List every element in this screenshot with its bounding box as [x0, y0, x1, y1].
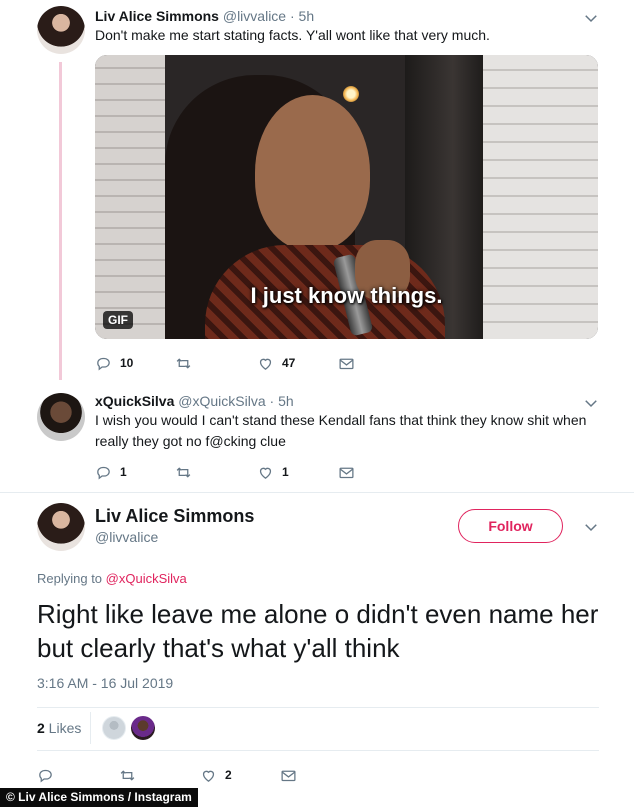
- reply-count: 10: [120, 356, 134, 370]
- handle[interactable]: @livvalice: [223, 8, 286, 24]
- likes-summary[interactable]: 2 Likes: [37, 720, 81, 736]
- tweet-actions: 1 1: [95, 462, 395, 482]
- tweet-actions: 2: [37, 765, 337, 785]
- gif-caption: I just know things.: [250, 283, 443, 308]
- handle[interactable]: @xQuickSilva: [178, 393, 265, 409]
- replying-prefix: Replying to: [37, 571, 106, 586]
- tweet-timestamp[interactable]: 3:16 AM - 16 Jul 2019: [37, 675, 173, 691]
- media-figure: [255, 95, 370, 250]
- dm-button[interactable]: [338, 462, 355, 482]
- envelope-icon: [339, 467, 354, 478]
- gif-media[interactable]: I just know things. GIF: [95, 55, 598, 339]
- retweet-button[interactable]: [175, 353, 200, 373]
- reply-count: 1: [120, 465, 127, 479]
- liker-avatar[interactable]: [131, 716, 155, 740]
- reply-button[interactable]: 1: [95, 462, 127, 482]
- display-name[interactable]: Liv Alice Simmons: [95, 8, 219, 24]
- like-button[interactable]: 2: [200, 765, 232, 785]
- dm-button[interactable]: [280, 765, 297, 785]
- reply-icon: [97, 466, 110, 479]
- retweet-icon: [120, 769, 135, 781]
- envelope-icon: [339, 358, 354, 369]
- divider: [0, 492, 634, 493]
- heart-icon: [202, 770, 215, 782]
- follow-button[interactable]: Follow: [458, 509, 563, 543]
- like-count: 1: [282, 465, 289, 479]
- liker-avatar[interactable]: [102, 716, 126, 740]
- separator: ·: [265, 393, 279, 409]
- avatar[interactable]: [37, 503, 85, 551]
- tweet-actions: 10 47: [95, 353, 395, 373]
- reply-icon: [39, 769, 52, 782]
- separator: ·: [286, 8, 299, 24]
- retweet-button[interactable]: [175, 462, 200, 482]
- heart-icon: [259, 467, 272, 479]
- gif-badge: GIF: [103, 311, 133, 329]
- thread-line: [59, 62, 62, 380]
- tweet-header: Liv Alice Simmons @livvalice · 5h: [95, 8, 314, 24]
- likes-label: Likes: [44, 720, 82, 736]
- like-count: 2: [225, 768, 232, 782]
- divider: [37, 750, 599, 751]
- tweet-text: I wish you would I can't stand these Ken…: [95, 412, 587, 449]
- reply-button[interactable]: 10: [95, 353, 133, 373]
- reply-button[interactable]: [37, 765, 62, 785]
- retweet-icon: [176, 466, 191, 478]
- photo-credit: © Liv Alice Simmons / Instagram: [0, 788, 198, 807]
- like-count: 47: [282, 356, 296, 370]
- tweet-text: Don't make me start stating facts. Y'all…: [95, 27, 490, 43]
- chevron-down-icon[interactable]: [582, 518, 600, 536]
- like-button[interactable]: 47: [257, 353, 295, 373]
- replying-to: Replying to @xQuickSilva: [37, 571, 187, 586]
- tweet-time[interactable]: 5h: [278, 393, 294, 409]
- envelope-icon: [281, 770, 296, 781]
- likes-count: 2: [37, 720, 45, 736]
- like-button[interactable]: 1: [257, 462, 289, 482]
- retweet-button[interactable]: [119, 765, 144, 785]
- tweet-header: xQuickSilva @xQuickSilva · 5h: [95, 393, 294, 409]
- heart-icon: [259, 358, 272, 370]
- divider: [90, 712, 91, 744]
- display-name[interactable]: xQuickSilva: [95, 393, 174, 409]
- avatar[interactable]: [37, 6, 85, 54]
- tweet-time[interactable]: 5h: [299, 8, 315, 24]
- mention-link[interactable]: @xQuickSilva: [106, 571, 187, 586]
- handle[interactable]: @livvalice: [95, 529, 158, 545]
- reply-icon: [97, 357, 110, 370]
- retweet-icon: [176, 357, 191, 369]
- avatar[interactable]: [37, 393, 85, 441]
- media-light: [343, 86, 359, 102]
- tweet-text: Right like leave me alone o didn't even …: [37, 599, 599, 663]
- display-name[interactable]: Liv Alice Simmons: [95, 506, 254, 527]
- divider: [37, 707, 599, 708]
- dm-button[interactable]: [338, 353, 355, 373]
